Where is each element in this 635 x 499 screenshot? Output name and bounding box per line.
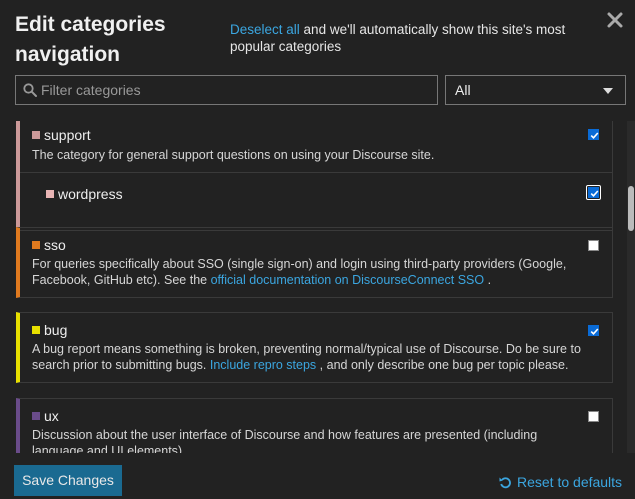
category-bug: bug A bug report means something is brok… — [16, 312, 613, 383]
select-value: All — [455, 82, 471, 98]
reset-label: Reset to defaults — [517, 474, 623, 490]
search-icon — [23, 83, 37, 97]
close-icon[interactable] — [605, 10, 625, 30]
category-name: sso — [44, 237, 66, 253]
filter-box — [15, 75, 438, 105]
category-description: A bug report means something is broken, … — [32, 341, 592, 373]
description-text-after: , and only describe one bug per topic pl… — [319, 358, 569, 372]
edit-categories-modal: Edit categories navigation Deselect all … — [0, 0, 635, 499]
category-description: For queries specifically about SSO (sing… — [32, 256, 592, 288]
modal-title: Edit categories navigation — [15, 13, 166, 66]
category-name: ux — [44, 408, 59, 424]
category-checkbox-sso[interactable] — [588, 240, 599, 251]
deselect-all-link[interactable]: Deselect all — [230, 22, 300, 37]
repro-steps-link[interactable]: Include repro steps — [210, 358, 316, 372]
category-color-square — [32, 241, 40, 249]
modal-intro: Deselect all and we'll automatically sho… — [230, 21, 600, 55]
modal-footer: Save Changes Reset to defaults — [0, 455, 635, 499]
category-color-square — [32, 131, 40, 139]
category-support: support The category for general support… — [16, 121, 613, 231]
category-checkbox-ux[interactable] — [588, 411, 599, 422]
category-color-square — [32, 326, 40, 334]
sso-docs-link[interactable]: official documentation on DiscourseConne… — [211, 273, 485, 287]
undo-icon — [499, 476, 511, 488]
category-header: sso — [32, 237, 66, 253]
category-description: Discussion about the user interface of D… — [32, 428, 538, 453]
category-name: wordpress — [58, 186, 123, 202]
description-text-after: . — [487, 273, 492, 287]
category-header: support — [32, 127, 91, 143]
filter-categories-input[interactable] — [37, 81, 423, 99]
subcategory-header: wordpress — [46, 186, 123, 202]
category-checkbox-bug[interactable] — [588, 325, 599, 336]
caret-down-icon — [603, 88, 613, 94]
category-name: bug — [44, 322, 68, 338]
categories-list: support The category for general support… — [0, 121, 627, 453]
category-ux: ux Discussion about the user interface o… — [16, 398, 613, 453]
category-color-square — [46, 190, 54, 198]
category-description: The category for general support questio… — [32, 148, 435, 162]
category-header: ux — [32, 408, 59, 424]
category-filter-select[interactable]: All — [445, 75, 626, 105]
category-sso: sso For queries specifically about SSO (… — [16, 227, 613, 298]
category-checkbox-support[interactable] — [588, 129, 599, 140]
reset-to-defaults-button[interactable]: Reset to defaults — [499, 474, 622, 490]
divider — [20, 172, 612, 173]
category-header: bug — [32, 322, 67, 338]
category-name: support — [44, 127, 91, 143]
save-changes-button[interactable]: Save Changes — [14, 465, 122, 496]
scrollbar-thumb[interactable] — [628, 186, 634, 231]
category-color-square — [32, 412, 40, 420]
list-scrollbar[interactable] — [627, 121, 635, 453]
checkbox-focus-ring — [586, 185, 601, 200]
category-checkbox-wordpress[interactable] — [587, 186, 599, 198]
